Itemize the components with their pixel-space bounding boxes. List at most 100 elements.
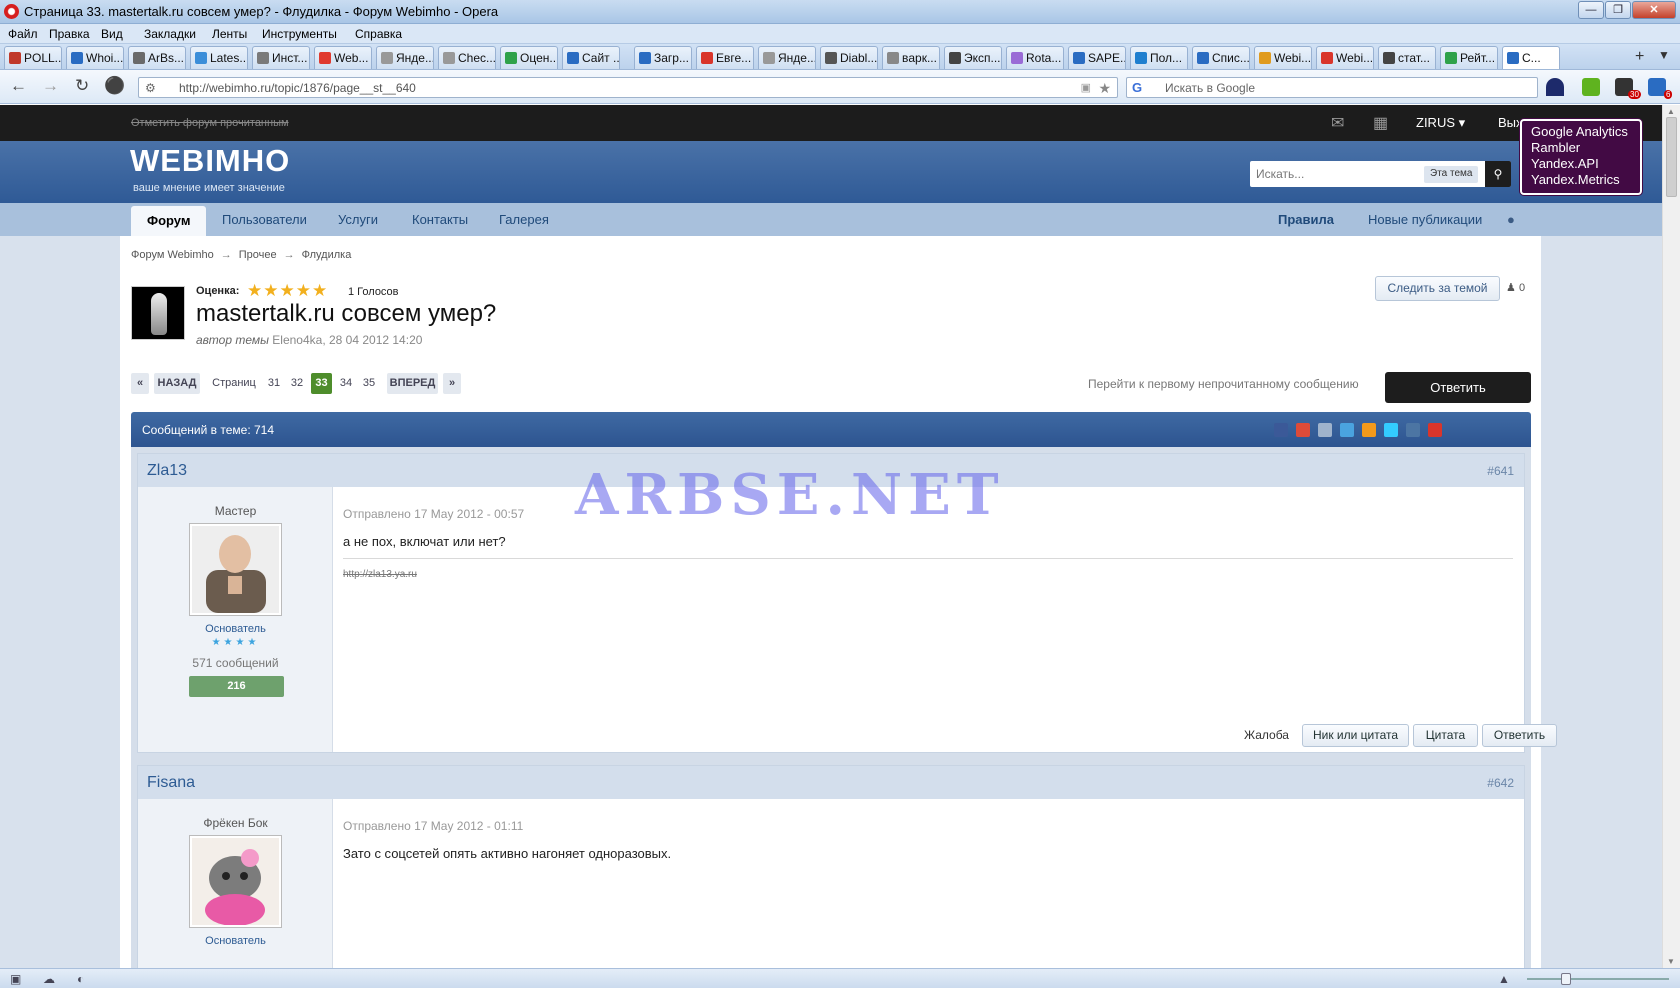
post-signature-link[interactable]: http://zla13.ya.ru xyxy=(343,569,417,580)
logout-link[interactable]: Вых xyxy=(1498,115,1523,130)
map-pin-icon[interactable]: ● xyxy=(1507,212,1515,227)
browser-tab[interactable]: Эксп... xyxy=(944,46,1002,69)
browser-tab-label[interactable]: Webi... xyxy=(1336,51,1373,65)
breadcrumb-misc[interactable]: Прочее xyxy=(239,249,277,261)
download-arrow-icon[interactable] xyxy=(1582,78,1600,96)
browser-tab-label[interactable]: Rota... xyxy=(1026,51,1061,65)
browser-tab[interactable]: вapк... xyxy=(882,46,940,69)
unite-cloud-icon[interactable]: ☁ xyxy=(43,972,55,986)
page-next[interactable]: ВПЕРЕД xyxy=(387,373,438,394)
odnoklassniki-share-icon[interactable] xyxy=(1362,423,1376,437)
browser-tab[interactable]: Сайт ... xyxy=(562,46,620,69)
browser-tab-label[interactable]: Chec... xyxy=(458,51,495,65)
user-menu[interactable]: ZIRUS ▾ xyxy=(1416,115,1465,131)
report-link[interactable]: Жалоба xyxy=(1244,728,1289,742)
follow-topic-button[interactable]: Следить за темой xyxy=(1375,276,1500,301)
address-url[interactable]: http://webimho.ru/topic/1876/page__st__6… xyxy=(179,81,416,95)
nav-contacts[interactable]: Контакты xyxy=(412,212,468,227)
browser-tab-label[interactable]: вapк... xyxy=(902,51,937,65)
browser-tab[interactable]: POLL... xyxy=(4,46,62,69)
minimize-button[interactable]: — xyxy=(1578,1,1604,19)
browser-tab-label[interactable]: SAPE... xyxy=(1088,51,1125,65)
page-34[interactable]: 34 xyxy=(336,373,356,394)
nav-services[interactable]: Услуги xyxy=(338,212,378,227)
browser-tab[interactable]: Евге... xyxy=(696,46,754,69)
menu-edit[interactable]: Правка xyxy=(49,27,90,41)
edit-share-icon[interactable] xyxy=(1318,423,1332,437)
browser-tab[interactable]: стат... xyxy=(1378,46,1436,69)
settings-share-icon[interactable] xyxy=(1340,423,1354,437)
breadcrumb-forum[interactable]: Форум Webimho xyxy=(131,249,214,261)
browser-tab[interactable]: Web... xyxy=(314,46,372,69)
rating-stars-icon[interactable]: ★★★★★ xyxy=(247,281,328,301)
twitter-share-icon[interactable] xyxy=(1384,423,1398,437)
menu-bookmarks[interactable]: Закладки xyxy=(144,27,196,41)
browser-tab[interactable]: Янде... xyxy=(376,46,434,69)
browser-tab-label[interactable]: Пол... xyxy=(1150,51,1182,65)
browser-tab-label[interactable]: Спис... xyxy=(1212,51,1249,65)
browser-tab-label[interactable]: Оцен... xyxy=(520,51,557,65)
reply-button[interactable]: Ответить xyxy=(1385,372,1531,403)
panel-toggle-icon[interactable]: ▣ xyxy=(10,972,21,986)
avatar[interactable] xyxy=(189,523,282,616)
menu-file[interactable]: Файл xyxy=(8,27,38,41)
topic-author[interactable]: Eleno4ka, 28 04 2012 14:20 xyxy=(272,333,422,347)
browser-tab[interactable]: Инст... xyxy=(252,46,310,69)
post-author[interactable]: Zla13 xyxy=(147,462,187,480)
google-search-placeholder[interactable]: Искать в Google xyxy=(1165,81,1255,95)
browser-tab[interactable]: C... xyxy=(1502,46,1560,69)
first-unread-link[interactable]: Перейти к первому непрочитанному сообщен… xyxy=(1088,377,1359,391)
browser-tab[interactable]: Whoi... xyxy=(66,46,124,69)
notifications-icon[interactable]: ▦ xyxy=(1373,113,1388,133)
nav-rules[interactable]: Правила xyxy=(1278,212,1334,227)
browser-tab[interactable]: Пол... xyxy=(1130,46,1188,69)
browser-tab-label[interactable]: Янде... xyxy=(778,51,815,65)
topic-starter-avatar[interactable] xyxy=(131,286,185,340)
page-scrollbar[interactable]: ▲ ▼ xyxy=(1662,105,1680,968)
browser-tab[interactable]: Diabl... xyxy=(820,46,878,69)
nav-gallery[interactable]: Галерея xyxy=(499,212,549,227)
browser-tab-label[interactable]: Webi... xyxy=(1274,51,1311,65)
menu-feeds[interactable]: Ленты xyxy=(212,27,247,41)
browser-tab-label[interactable]: Diabl... xyxy=(840,51,877,65)
zoom-slider[interactable] xyxy=(1527,978,1669,980)
close-button[interactable]: ✕ xyxy=(1632,1,1676,19)
page-32[interactable]: 32 xyxy=(287,373,307,394)
followers-count[interactable]: ♟ 0 xyxy=(1506,281,1525,294)
browser-tab-label[interactable]: Web... xyxy=(334,51,368,65)
page-last[interactable]: » xyxy=(443,373,461,394)
browser-tab-label[interactable]: Загр... xyxy=(654,51,689,65)
post-number[interactable]: #641 xyxy=(1487,464,1514,478)
browser-tab-label[interactable]: ArBs... xyxy=(148,51,184,65)
reputation-badge[interactable]: 216 xyxy=(189,676,284,697)
facebook-share-icon[interactable] xyxy=(1274,423,1288,437)
browser-tab[interactable]: Webi... xyxy=(1316,46,1374,69)
scrollbar-thumb[interactable] xyxy=(1666,117,1677,197)
browser-tab[interactable]: Янде... xyxy=(758,46,816,69)
scroll-up-arrow-icon[interactable]: ▲ xyxy=(1667,107,1675,116)
menu-help[interactable]: Справка xyxy=(355,27,402,41)
browser-tab[interactable]: Lates... xyxy=(190,46,248,69)
google-search-field[interactable]: G Искать в Google xyxy=(1126,77,1538,98)
post-number[interactable]: #642 xyxy=(1487,776,1514,790)
maximize-button[interactable]: ❐ xyxy=(1605,1,1631,19)
nick-quote-button[interactable]: Ник или цитата xyxy=(1302,724,1409,747)
browser-tab[interactable]: ArBs... xyxy=(128,46,186,69)
browser-tab-label[interactable]: Сайт ... xyxy=(582,51,619,65)
browser-tab-label[interactable]: POLL... xyxy=(24,51,61,65)
browser-tab-label[interactable]: Эксп... xyxy=(964,51,1001,65)
post-author[interactable]: Fisana xyxy=(147,774,195,792)
breadcrumb-flood[interactable]: Флудилка xyxy=(302,249,352,261)
quote-button[interactable]: Цитата xyxy=(1413,724,1478,747)
scroll-down-arrow-icon[interactable]: ▼ xyxy=(1667,957,1675,966)
key-icon[interactable]: ⚫ xyxy=(104,76,125,96)
bookmark-star-icon[interactable]: ★ xyxy=(1098,80,1111,97)
browser-tab[interactable]: Оцен... xyxy=(500,46,558,69)
page-first[interactable]: « xyxy=(131,373,149,394)
browser-tab[interactable]: Загр... xyxy=(634,46,692,69)
menu-view[interactable]: Вид xyxy=(101,27,123,41)
browser-tab[interactable]: Рейт... xyxy=(1440,46,1498,69)
page-31[interactable]: 31 xyxy=(264,373,284,394)
rss-icon[interactable]: ▣ xyxy=(1081,81,1091,94)
back-arrow-icon[interactable]: ← xyxy=(10,76,27,96)
